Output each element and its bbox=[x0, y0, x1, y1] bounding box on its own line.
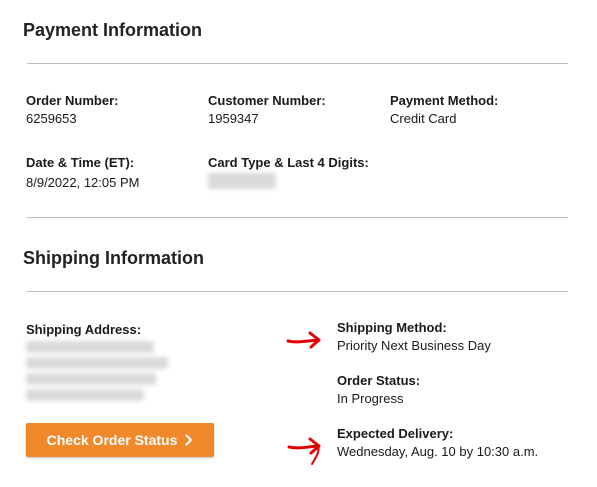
red-arrow-icon bbox=[286, 436, 324, 475]
payment-section-title: Payment Information bbox=[23, 20, 203, 40]
red-arrow-icon bbox=[286, 330, 324, 355]
redacted-line bbox=[26, 373, 156, 385]
check-order-status-label: Check Order Status bbox=[46, 432, 178, 448]
order-number-label: Order Number: bbox=[26, 93, 119, 108]
payment-divider bbox=[27, 63, 568, 64]
shipping-method-value: Priority Next Business Day bbox=[337, 338, 491, 353]
order-status-value: In Progress bbox=[337, 391, 404, 406]
customer-number-value: 1959347 bbox=[208, 111, 259, 126]
redacted-line bbox=[26, 357, 168, 369]
shipping-method-label: Shipping Method: bbox=[337, 320, 447, 335]
payment-method-value: Credit Card bbox=[390, 111, 457, 126]
card-type-label: Card Type & Last 4 Digits: bbox=[208, 155, 369, 170]
shipping-address-label: Shipping Address: bbox=[26, 322, 142, 337]
shipping-divider bbox=[27, 291, 568, 292]
order-status-label: Order Status: bbox=[337, 373, 421, 388]
payment-method-label: Payment Method: bbox=[390, 93, 499, 108]
order-number-value: 6259653 bbox=[26, 111, 77, 126]
redacted-line bbox=[26, 389, 144, 401]
redacted-line bbox=[26, 341, 154, 353]
shipping-address-redacted bbox=[20, 337, 175, 409]
chevron-right-icon bbox=[185, 434, 193, 446]
datetime-label: Date & Time (ET): bbox=[26, 155, 135, 170]
section-divider bbox=[27, 217, 568, 218]
card-type-redacted bbox=[208, 173, 276, 189]
datetime-value: 8/9/2022, 12:05 PM bbox=[26, 175, 140, 190]
check-order-status-button[interactable]: Check Order Status bbox=[26, 423, 214, 457]
expected-delivery-value: Wednesday, Aug. 10 by 10:30 a.m. bbox=[337, 444, 539, 459]
shipping-section-title: Shipping Information bbox=[23, 248, 204, 268]
expected-delivery-label: Expected Delivery: bbox=[337, 426, 454, 441]
customer-number-label: Customer Number: bbox=[208, 93, 326, 108]
